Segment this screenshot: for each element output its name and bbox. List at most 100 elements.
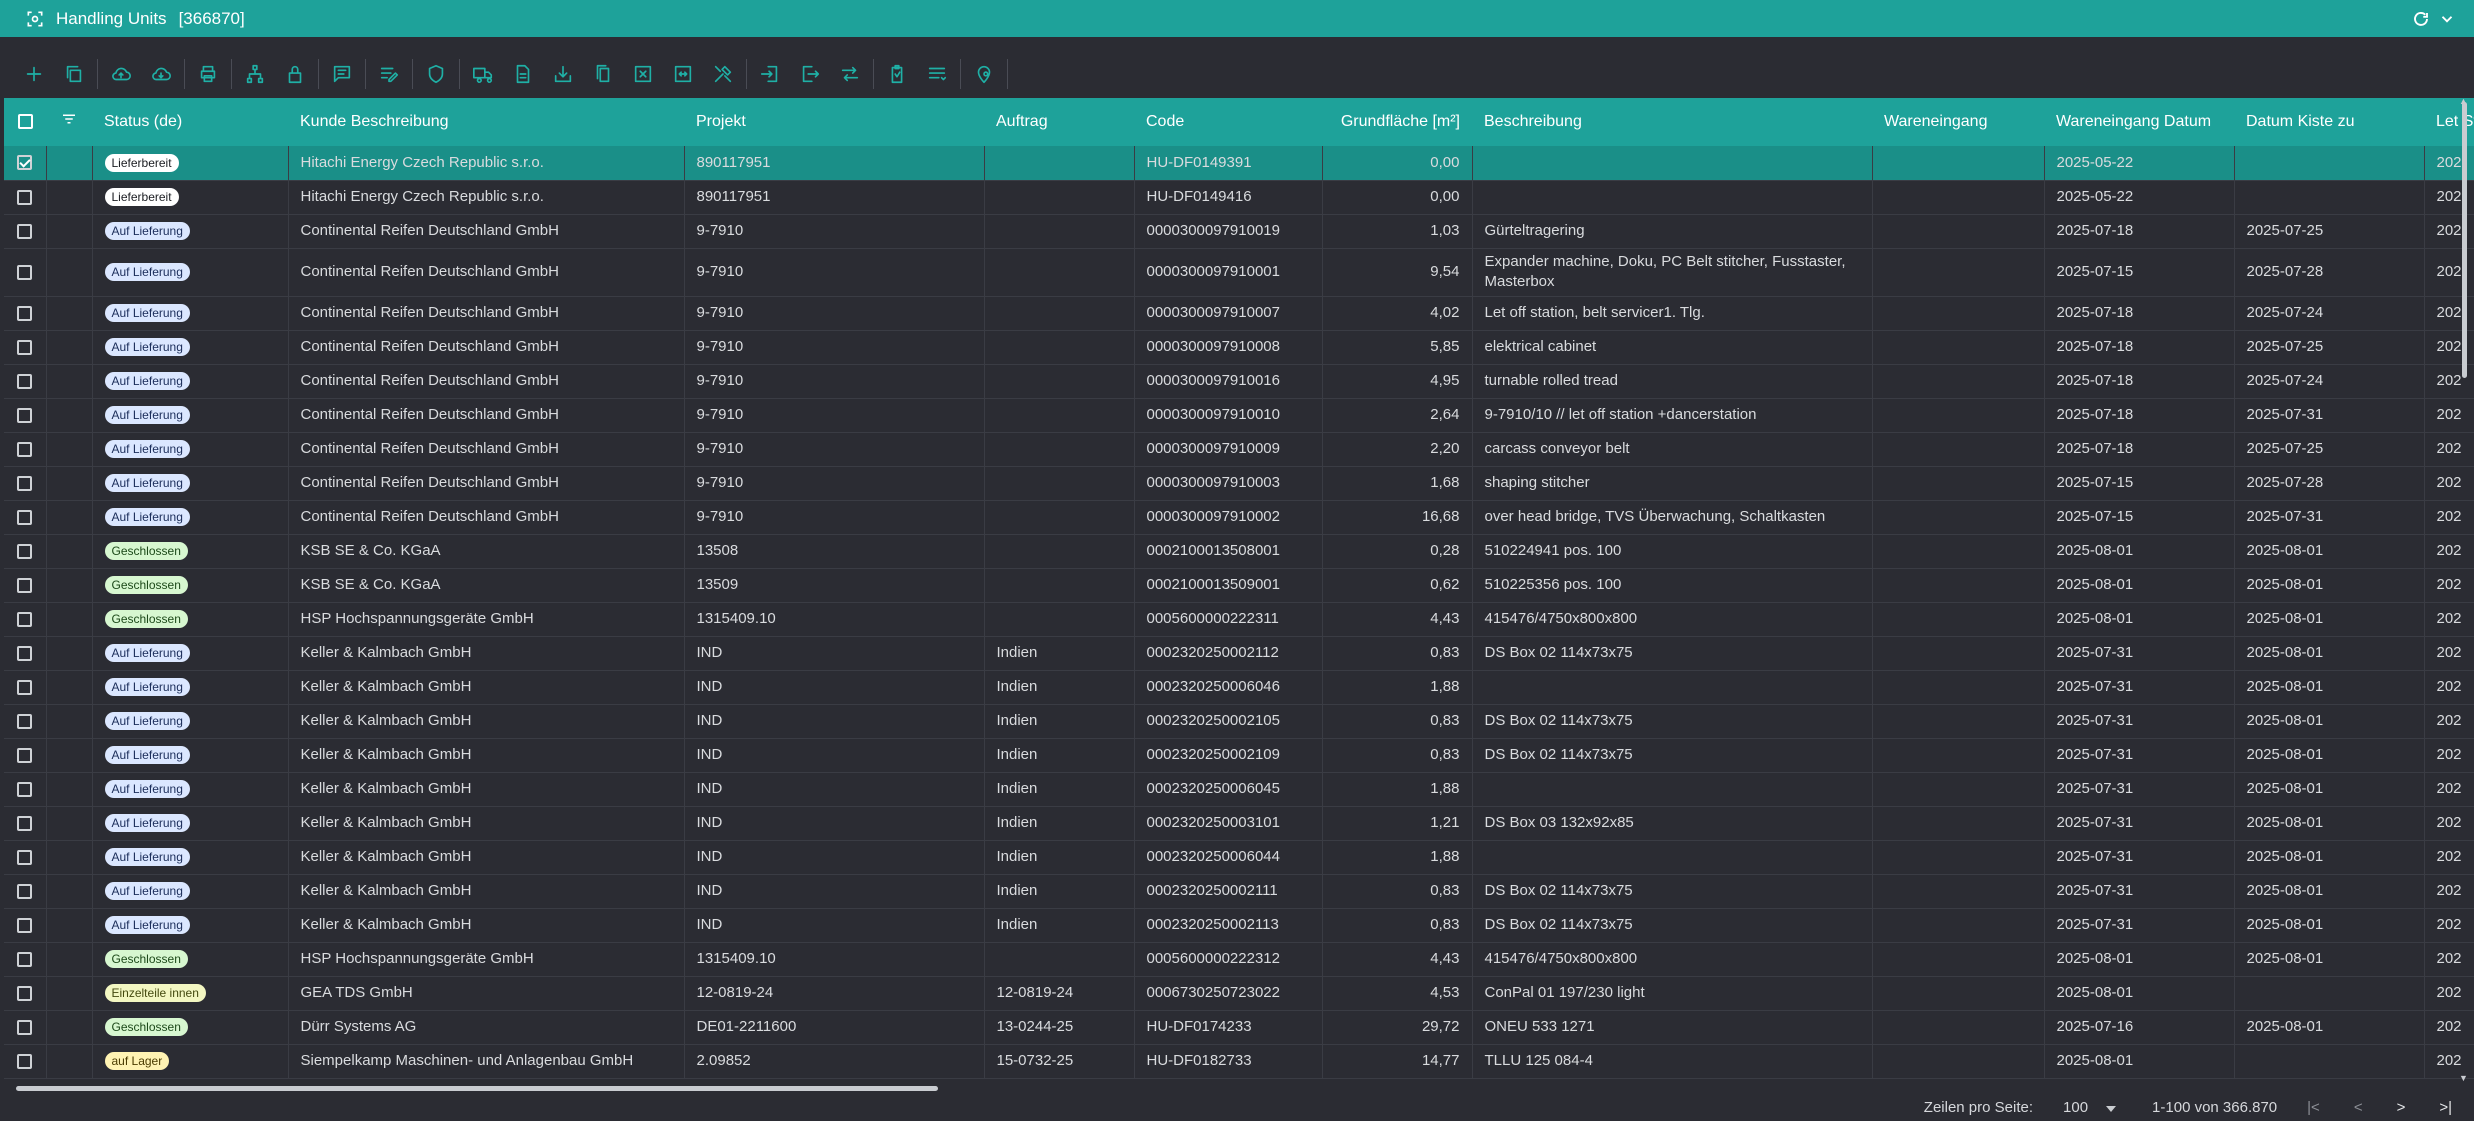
col-datum-kiste-zu[interactable]: Datum Kiste zu bbox=[2234, 98, 2424, 146]
row-checkbox[interactable] bbox=[4, 670, 47, 704]
table-row[interactable]: Auf Lieferung Continental Reifen Deutschl… bbox=[4, 214, 2474, 248]
table-row[interactable]: Auf Lieferung Keller & Kalmbach GmbH IND In… bbox=[4, 772, 2474, 806]
table-row[interactable]: Auf Lieferung Keller & Kalmbach GmbH IND In… bbox=[4, 636, 2474, 670]
table-row[interactable]: Geschlossen KSB SE & Co. KGaA 13508 0002100… bbox=[4, 534, 2474, 568]
row-checkbox[interactable] bbox=[4, 602, 47, 636]
row-checkbox[interactable] bbox=[4, 466, 47, 500]
login-icon[interactable] bbox=[750, 56, 790, 92]
tools-icon[interactable] bbox=[703, 56, 743, 92]
col-code[interactable]: Code bbox=[1134, 98, 1322, 146]
hierarchy-icon[interactable] bbox=[235, 56, 275, 92]
copy-icon[interactable] bbox=[54, 56, 94, 92]
files-icon[interactable] bbox=[583, 56, 623, 92]
table-row[interactable]: Auf Lieferung Continental Reifen Deutschl… bbox=[4, 500, 2474, 534]
table-row[interactable]: auf Lager Siempelkamp Maschinen- und Anla… bbox=[4, 1044, 2474, 1078]
beschreibung-cell bbox=[1472, 146, 1873, 180]
row-checkbox[interactable] bbox=[4, 248, 47, 296]
row-checkbox[interactable] bbox=[4, 1010, 47, 1044]
row-checkbox[interactable] bbox=[4, 568, 47, 602]
row-checkbox[interactable] bbox=[4, 976, 47, 1010]
col-beschreibung[interactable]: Beschreibung bbox=[1472, 98, 1872, 146]
truck-icon[interactable] bbox=[463, 56, 503, 92]
location-pin-icon[interactable] bbox=[964, 56, 1004, 92]
table-row[interactable]: Geschlossen HSP Hochspannungsgeräte GmbH 1… bbox=[4, 602, 2474, 636]
row-checkbox[interactable] bbox=[4, 296, 47, 330]
row-checkbox[interactable] bbox=[4, 908, 47, 942]
edit-list-icon[interactable] bbox=[369, 56, 409, 92]
table-row[interactable]: Auf Lieferung Continental Reifen Deutschl… bbox=[4, 364, 2474, 398]
logout-icon[interactable] bbox=[790, 56, 830, 92]
table-row[interactable]: Auf Lieferung Continental Reifen Deutschl… bbox=[4, 398, 2474, 432]
col-wareneingang[interactable]: Wareneingang bbox=[1872, 98, 2044, 146]
table-row[interactable]: Geschlossen Dürr Systems AG DE01-2211600 13… bbox=[4, 1010, 2474, 1044]
lock-icon[interactable] bbox=[275, 56, 315, 92]
comment-icon[interactable] bbox=[322, 56, 362, 92]
col-status[interactable]: Status (de) bbox=[92, 98, 288, 146]
col-wareneingang-datum[interactable]: Wareneingang Datum bbox=[2044, 98, 2234, 146]
table-row[interactable]: Auf Lieferung Keller & Kalmbach GmbH IND In… bbox=[4, 874, 2474, 908]
row-checkbox[interactable] bbox=[4, 772, 47, 806]
chevron-down-icon[interactable] bbox=[2438, 10, 2456, 28]
col-projekt[interactable]: Projekt bbox=[684, 98, 984, 146]
filter-icon[interactable] bbox=[46, 98, 92, 146]
swap-icon[interactable] bbox=[830, 56, 870, 92]
table-row[interactable]: Auf Lieferung Keller & Kalmbach GmbH IND In… bbox=[4, 738, 2474, 772]
print-icon[interactable] bbox=[188, 56, 228, 92]
row-checkbox[interactable] bbox=[4, 364, 47, 398]
row-checkbox[interactable] bbox=[4, 704, 47, 738]
row-checkbox[interactable] bbox=[4, 500, 47, 534]
table-row[interactable]: Auf Lieferung Keller & Kalmbach GmbH IND In… bbox=[4, 806, 2474, 840]
clipboard-icon[interactable] bbox=[877, 56, 917, 92]
cloud-download-icon[interactable] bbox=[141, 56, 181, 92]
shield-icon[interactable] bbox=[416, 56, 456, 92]
first-page-icon[interactable]: |< bbox=[2307, 1099, 2320, 1116]
document-icon[interactable] bbox=[503, 56, 543, 92]
scroll-down-arrow[interactable]: ▼ bbox=[2459, 1073, 2468, 1083]
add-icon[interactable] bbox=[14, 56, 54, 92]
row-checkbox[interactable] bbox=[4, 180, 47, 214]
expand-icon[interactable] bbox=[663, 56, 703, 92]
table-row[interactable]: Auf Lieferung Continental Reifen Deutschl… bbox=[4, 248, 2474, 296]
row-checkbox[interactable] bbox=[4, 330, 47, 364]
row-checkbox[interactable] bbox=[4, 1044, 47, 1078]
table-row[interactable]: Auf Lieferung Continental Reifen Deutschl… bbox=[4, 432, 2474, 466]
horizontal-scrollbar[interactable] bbox=[16, 1086, 938, 1091]
vertical-scrollbar[interactable] bbox=[2462, 102, 2467, 378]
table-row[interactable]: Einzelteile innen GEA TDS GmbH 12-0819-24 1… bbox=[4, 976, 2474, 1010]
row-checkbox[interactable] bbox=[4, 398, 47, 432]
last-page-icon[interactable]: >| bbox=[2439, 1099, 2452, 1116]
table-row[interactable]: Auf Lieferung Continental Reifen Deutschl… bbox=[4, 330, 2474, 364]
row-checkbox[interactable] bbox=[4, 534, 47, 568]
table-row[interactable]: Geschlossen KSB SE & Co. KGaA 13509 0002100… bbox=[4, 568, 2474, 602]
table-row[interactable]: Auf Lieferung Continental Reifen Deutschl… bbox=[4, 296, 2474, 330]
row-checkbox[interactable] bbox=[4, 432, 47, 466]
previous-page-icon[interactable]: < bbox=[2354, 1099, 2363, 1116]
row-checkbox[interactable] bbox=[4, 840, 47, 874]
row-checkbox[interactable] bbox=[4, 146, 47, 180]
close-box-icon[interactable] bbox=[623, 56, 663, 92]
table-row[interactable]: Auf Lieferung Continental Reifen Deutschl… bbox=[4, 466, 2474, 500]
cloud-upload-icon[interactable] bbox=[101, 56, 141, 92]
next-page-icon[interactable]: > bbox=[2397, 1099, 2406, 1116]
row-checkbox[interactable] bbox=[4, 738, 47, 772]
select-all-checkbox[interactable] bbox=[4, 98, 46, 146]
table-row[interactable]: Auf Lieferung Keller & Kalmbach GmbH IND In… bbox=[4, 670, 2474, 704]
table-row[interactable]: Auf Lieferung Keller & Kalmbach GmbH IND In… bbox=[4, 908, 2474, 942]
col-kunde[interactable]: Kunde Beschreibung bbox=[288, 98, 684, 146]
refresh-icon[interactable] bbox=[2412, 10, 2430, 28]
col-auftrag[interactable]: Auftrag bbox=[984, 98, 1134, 146]
col-grundflaeche[interactable]: Grundfläche [m²] bbox=[1322, 98, 1472, 146]
row-checkbox[interactable] bbox=[4, 942, 47, 976]
row-checkbox[interactable] bbox=[4, 636, 47, 670]
download-box-icon[interactable] bbox=[543, 56, 583, 92]
table-row[interactable]: Lieferbereit Hitachi Energy Czech Republi… bbox=[4, 146, 2474, 180]
row-checkbox[interactable] bbox=[4, 806, 47, 840]
row-checkbox[interactable] bbox=[4, 214, 47, 248]
table-row[interactable]: Geschlossen HSP Hochspannungsgeräte GmbH 1… bbox=[4, 942, 2474, 976]
table-row[interactable]: Auf Lieferung Keller & Kalmbach GmbH IND In… bbox=[4, 840, 2474, 874]
list-icon[interactable] bbox=[917, 56, 957, 92]
table-row[interactable]: Lieferbereit Hitachi Energy Czech Republi… bbox=[4, 180, 2474, 214]
rows-per-page-select[interactable]: 100 bbox=[2063, 1099, 2117, 1116]
table-row[interactable]: Auf Lieferung Keller & Kalmbach GmbH IND In… bbox=[4, 704, 2474, 738]
row-checkbox[interactable] bbox=[4, 874, 47, 908]
